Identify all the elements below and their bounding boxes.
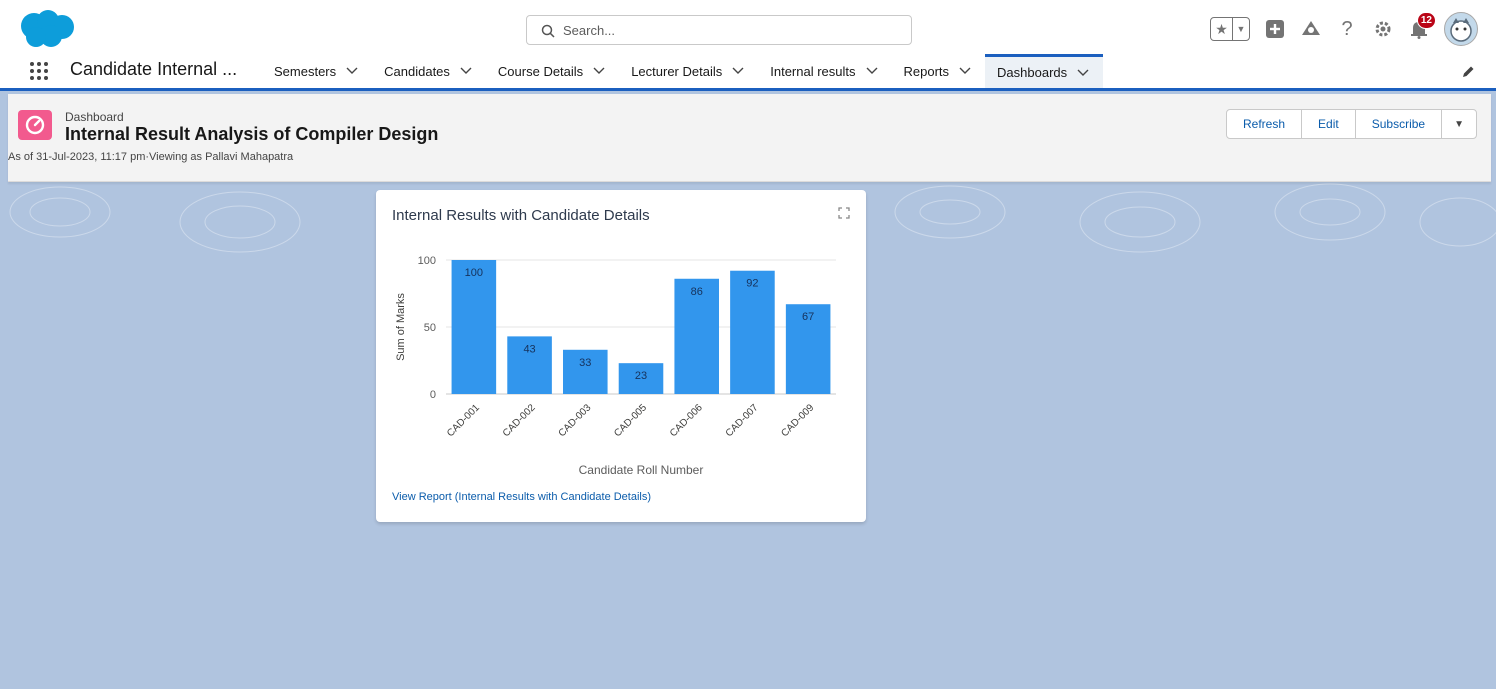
y-tick-label: 0: [430, 389, 436, 401]
global-actions-add-icon[interactable]: [1264, 18, 1286, 40]
chevron-down-icon[interactable]: [866, 67, 878, 75]
dashboard-actions: Refresh Edit Subscribe ▼: [1226, 109, 1477, 139]
nav-tab-label: Lecturer Details: [631, 63, 723, 79]
bar-chart[interactable]: 0 50 100 Sum of Marks 100 CAD-001 43 CAD-002 33 C…: [376, 240, 866, 480]
setup-gear-icon[interactable]: [1372, 18, 1394, 40]
object-type-label: Dashboard: [65, 110, 124, 124]
chevron-down-icon[interactable]: [346, 67, 358, 75]
app-launcher-icon[interactable]: [28, 60, 50, 82]
nav-tab-lecturer-details[interactable]: Lecturer Details: [619, 54, 758, 88]
x-tick-label: CAD-005: [612, 402, 649, 439]
x-tick-label: CAD-007: [724, 402, 761, 439]
edit-nav-pencil-icon[interactable]: [1460, 64, 1476, 80]
nav-tabs: Semesters Candidates Course Details Lect…: [262, 54, 1104, 88]
search-icon: [541, 24, 555, 38]
header-icons: ★ ▼ ? 12: [1210, 11, 1478, 47]
navigation-bar: Candidate Internal ... Semesters Candida…: [0, 54, 1496, 91]
x-tick-label: CAD-003: [557, 402, 594, 439]
y-axis-label: Sum of Marks: [395, 293, 407, 361]
chevron-down-icon[interactable]: [732, 67, 744, 75]
global-search[interactable]: [526, 15, 912, 45]
chevron-down-icon[interactable]: [1077, 69, 1089, 77]
chart-bar[interactable]: [451, 260, 497, 394]
trailhead-icon[interactable]: [1300, 18, 1322, 40]
chevron-down-icon[interactable]: [593, 67, 605, 75]
salesforce-logo[interactable]: [18, 9, 76, 49]
nav-tab-candidates[interactable]: Candidates: [372, 54, 486, 88]
nav-tab-label: Internal results: [770, 63, 856, 79]
notifications-bell-icon[interactable]: 12: [1408, 12, 1436, 40]
bar-data-label: 33: [579, 357, 591, 369]
page-title: Internal Result Analysis of Compiler Des…: [65, 124, 439, 144]
bar-data-label: 67: [802, 311, 814, 323]
more-actions-button[interactable]: ▼: [1442, 110, 1476, 138]
nav-tab-label: Reports: [903, 63, 950, 79]
chevron-down-icon: ▼: [1454, 118, 1464, 130]
view-report-link[interactable]: View Report (Internal Results with Candi…: [392, 491, 651, 503]
dashboard-component-card: Internal Results with Candidate Details …: [376, 190, 866, 522]
favorites-dropdown-icon[interactable]: ▼: [1233, 18, 1249, 40]
bar-data-label: 23: [635, 370, 647, 382]
x-tick-label: CAD-002: [501, 402, 538, 439]
bar-data-label: 92: [746, 278, 758, 290]
y-tick-label: 50: [424, 322, 436, 334]
favorite-star-icon[interactable]: ★: [1211, 18, 1233, 40]
dashboard-as-of-text: As of 31-Jul-2023, 11:17 pm·Viewing as P…: [8, 151, 294, 163]
favorites-group: ★ ▼: [1210, 17, 1250, 41]
expand-icon[interactable]: [838, 207, 850, 219]
nav-tab-dashboards[interactable]: Dashboards: [985, 54, 1104, 88]
bar-data-label: 100: [465, 267, 483, 279]
chevron-down-icon[interactable]: [959, 67, 971, 75]
nav-tab-label: Candidates: [384, 63, 450, 79]
nav-tab-course-details[interactable]: Course Details: [486, 54, 619, 88]
notification-count-badge: 12: [1416, 12, 1436, 29]
x-tick-label: CAD-006: [668, 402, 705, 439]
nav-tab-reports[interactable]: Reports: [892, 54, 986, 88]
global-header: ★ ▼ ? 12: [0, 0, 1496, 54]
bar-data-label: 43: [523, 343, 535, 355]
bar-data-label: 86: [691, 286, 703, 298]
help-icon[interactable]: ?: [1336, 18, 1358, 40]
subscribe-button[interactable]: Subscribe: [1356, 110, 1443, 138]
nav-tab-label: Course Details: [497, 63, 584, 79]
nav-tab-label: Semesters: [274, 63, 337, 79]
user-avatar[interactable]: [1444, 12, 1478, 46]
app-name: Candidate Internal ...: [70, 59, 238, 79]
x-tick-label: CAD-009: [779, 402, 816, 439]
edit-button[interactable]: Edit: [1302, 110, 1356, 138]
nav-tab-internal-results[interactable]: Internal results: [758, 54, 891, 88]
y-tick-label: 100: [418, 255, 436, 267]
nav-tab-label: Dashboards: [997, 65, 1068, 80]
x-axis-label: Candidate Roll Number: [579, 463, 704, 477]
chevron-down-icon[interactable]: [460, 67, 472, 75]
refresh-button[interactable]: Refresh: [1227, 110, 1303, 138]
nav-tab-semesters[interactable]: Semesters: [262, 54, 372, 88]
dashboard-icon: [18, 110, 52, 140]
x-tick-label: CAD-001: [445, 402, 482, 439]
dashboard-page-header: Dashboard Internal Result Analysis of Co…: [8, 94, 1491, 182]
search-input[interactable]: [563, 16, 893, 44]
component-title: Internal Results with Candidate Details: [392, 207, 650, 224]
